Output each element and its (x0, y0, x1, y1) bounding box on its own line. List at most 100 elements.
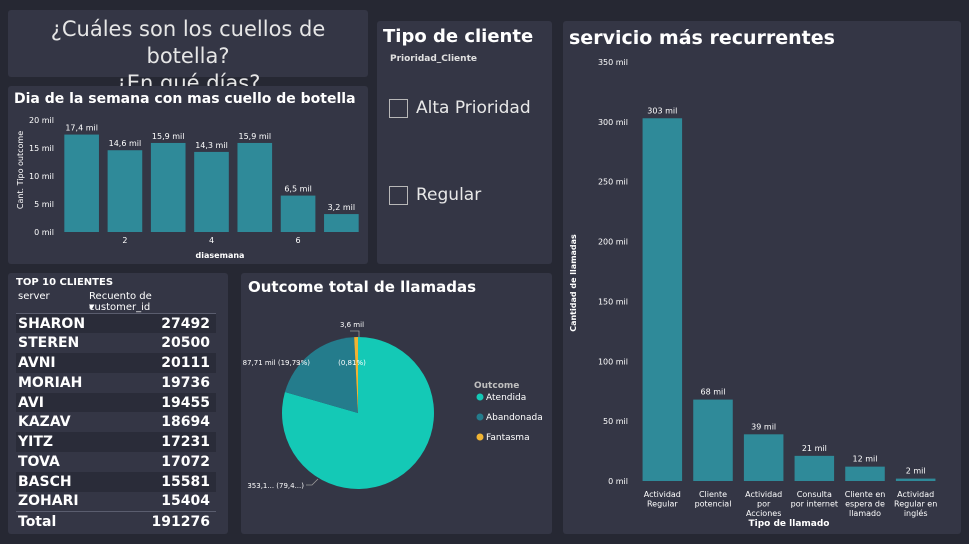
service-category-label: Actividad por Acciones (745, 490, 782, 518)
weekday-data-label: 17,4 mil (65, 124, 98, 133)
weekday-bar-chart[interactable]: Cant. Tipo outcome diasemana 0 mil 5 mil 1… (8, 86, 368, 264)
service-category-label: Cliente en espera de llamado (845, 490, 886, 518)
weekday-bar[interactable] (107, 150, 143, 232)
pie-data-label-abandonada: 87,71 mil (19,73%) (243, 359, 311, 367)
total-row: Total 191276 (16, 510, 216, 532)
slicer-option-regular[interactable]: Regular (389, 185, 481, 205)
slicer-option-alta-prioridad[interactable]: Alta Prioridad (389, 98, 531, 118)
outcome-pie-chart[interactable]: Outcome 353,1... (79,4...) 87,71 mil (19,… (241, 273, 552, 534)
table-row[interactable]: BASCH 15581 (16, 471, 216, 492)
weekday-bar[interactable] (280, 195, 316, 232)
service-bar[interactable] (794, 455, 835, 481)
table-row[interactable]: ZOHARI 15404 (16, 491, 216, 512)
table-row[interactable]: MORIAH 19736 (16, 372, 216, 393)
server-cell: ZOHARI (16, 491, 88, 512)
leader-line (306, 478, 319, 486)
service-data-label: 2 mil (906, 467, 926, 476)
weekday-ytick-label: 10 mil (29, 172, 54, 181)
server-cell: AVNI (16, 353, 88, 373)
weekday-chart-ylabel: Cant. Tipo outcome (16, 131, 25, 209)
count-cell: 17072 (87, 452, 216, 472)
weekday-bar[interactable] (64, 134, 99, 232)
slicer-field-label: Prioridad_Cliente (390, 54, 477, 64)
table-row[interactable]: TOVA 17072 (16, 452, 216, 472)
count-cell: 15581 (87, 471, 216, 492)
checkbox-alta-prioridad[interactable] (389, 98, 408, 118)
service-ytick-label: 200 mil (598, 238, 628, 247)
outcome-pie-panel[interactable]: Outcome total de llamadas Outcome 353,1.… (241, 273, 552, 534)
weekday-data-label: 3,2 mil (328, 203, 356, 212)
service-bar[interactable] (693, 399, 733, 481)
legend-marker (476, 413, 484, 421)
weekday-bar[interactable] (150, 142, 186, 232)
top-clients-title: TOP 10 CLIENTES (16, 277, 114, 288)
column-header-server[interactable]: server (16, 291, 88, 314)
service-ytick-label: 150 mil (598, 297, 628, 306)
total-label: Total (16, 510, 88, 532)
legend-item[interactable]: Atendida (486, 393, 526, 403)
service-ytick-label: 350 mil (598, 58, 628, 67)
service-chart-ylabel: Cantidad de llamadas (569, 234, 578, 332)
count-cell: 20500 (87, 333, 216, 354)
weekday-data-label: 6,5 mil (284, 185, 312, 194)
service-ytick-label: 250 mil (598, 178, 628, 187)
legend-item[interactable]: Fantasma (486, 433, 530, 443)
count-cell: 20111 (87, 353, 216, 373)
slicer-option-label: Regular (416, 185, 482, 205)
count-cell: 27492 (87, 313, 216, 334)
server-cell: AVI (16, 392, 88, 413)
service-bar-chart[interactable]: Cantidad de llamadas Tipo de llamado 0 m… (563, 21, 961, 534)
table-row[interactable]: KAZAV 18694 (16, 412, 216, 433)
weekday-data-label: 14,6 mil (109, 139, 142, 148)
server-cell: STEREN (16, 333, 88, 354)
service-bar[interactable] (895, 478, 936, 481)
weekday-ytick-label: 0 mil (34, 228, 54, 237)
server-cell: YITZ (16, 432, 88, 453)
weekday-chart-panel[interactable]: Dia de la semana con mas cuello de botel… (8, 86, 368, 264)
top-clients-table-panel: TOP 10 CLIENTES server Recuento de custo… (8, 273, 228, 534)
weekday-ytick-label: 15 mil (29, 144, 54, 153)
page-title: ¿Cuáles son los cuellos de botella? ¿En … (8, 16, 368, 97)
count-cell: 19736 (87, 372, 216, 393)
pie-legend-title: Outcome (474, 381, 519, 391)
legend-item[interactable]: Abandonada (486, 413, 543, 423)
weekday-bar[interactable] (237, 142, 273, 232)
weekday-ytick-label: 5 mil (34, 200, 54, 209)
service-category-label: Consulta por internet (791, 490, 838, 509)
service-data-label: 68 mil (701, 388, 726, 397)
total-value: 191276 (87, 510, 216, 532)
weekday-bar[interactable] (324, 214, 359, 232)
service-category-label: Actividad Regular (644, 490, 681, 509)
pie-data-label-fantasma: 3,6 mil (340, 321, 364, 329)
weekday-bar[interactable] (194, 151, 229, 232)
server-cell: SHARON (16, 313, 88, 334)
service-bar[interactable] (845, 466, 885, 481)
table-row[interactable]: AVI 19455 (16, 392, 216, 413)
count-cell: 17231 (87, 432, 216, 453)
table-row[interactable]: YITZ 17231 (16, 432, 216, 453)
weekday-data-label: 14,3 mil (195, 141, 228, 150)
client-type-slicer: Tipo de cliente Prioridad_Cliente Alta P… (377, 21, 552, 264)
service-data-label: 39 mil (751, 422, 776, 431)
table-row[interactable]: AVNI 20111 (16, 353, 216, 373)
legend-marker (476, 433, 484, 441)
service-data-label: 12 mil (853, 455, 878, 464)
count-cell: 19455 (87, 392, 216, 413)
service-chart-xlabel: Tipo de llamado (749, 519, 830, 529)
service-bar[interactable] (642, 118, 683, 481)
page-title-line1: ¿Cuáles son los cuellos de botella? (50, 17, 326, 68)
server-cell: TOVA (16, 452, 88, 472)
service-chart-panel[interactable]: servicio más recurrentes Cantidad de lla… (563, 21, 961, 534)
column-header-count-label: Recuento de customer_id (89, 291, 152, 313)
server-cell: KAZAV (16, 412, 88, 433)
count-cell: 15404 (87, 491, 216, 512)
top-clients-table: server Recuento de customer_id ▼ SHARON 2… (16, 291, 216, 532)
service-bar[interactable] (743, 434, 784, 481)
table-row[interactable]: SHARON 27492 (16, 313, 216, 334)
sort-descending-icon[interactable]: ▼ (89, 303, 94, 311)
service-ytick-label: 300 mil (598, 118, 628, 127)
weekday-ytick-label: 20 mil (29, 116, 54, 125)
column-header-count[interactable]: Recuento de customer_id ▼ (87, 291, 216, 314)
table-row[interactable]: STEREN 20500 (16, 333, 216, 354)
checkbox-regular[interactable] (389, 185, 408, 205)
